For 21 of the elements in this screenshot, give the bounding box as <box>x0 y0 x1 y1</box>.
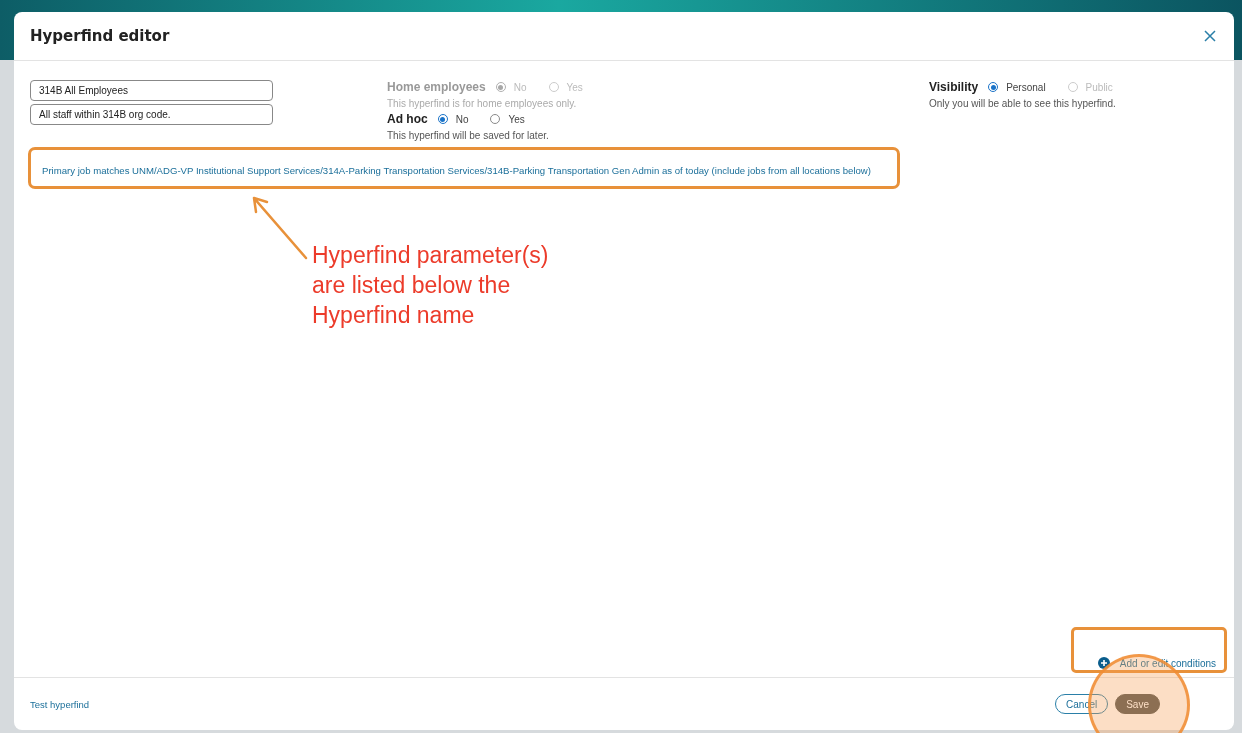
test-hyperfind-link[interactable]: Test hyperfind <box>30 698 90 710</box>
option-hint: Only you will be able to see this hyperfind. <box>929 98 1117 109</box>
radio-option[interactable]: No <box>437 113 469 125</box>
radio-button[interactable] <box>988 82 999 92</box>
parameter-link[interactable]: Primary job matches UNM/ADG-VP Institutional Support Services/314A-Parking Transportation Services/314B-Parking Transportation Gen Admin as of today (include jobs from all locations below) <box>42 165 871 176</box>
option-label: Ad hoc <box>387 112 428 126</box>
radio-option[interactable]: Personal <box>988 81 1046 93</box>
plus-circle-icon <box>1097 657 1110 669</box>
option-label: Visibility <box>929 80 979 94</box>
close-icon[interactable] <box>1204 30 1216 42</box>
option-label: Home employees <box>387 80 486 94</box>
option-hint: This hyperfind is for home employees only. <box>387 98 578 109</box>
save-button[interactable]: Save <box>1115 694 1160 714</box>
radio-option[interactable]: Yes <box>490 113 525 125</box>
annotation-text: Hyperfind parameter(s) are listed below the Hyperfind name <box>312 241 550 330</box>
option-hint: This hyperfind will be saved for later. <box>387 130 550 141</box>
radio-button[interactable] <box>490 114 501 124</box>
dialog-title: Hyperfind editor <box>30 27 170 45</box>
radio-button[interactable] <box>437 114 448 124</box>
name-field[interactable]: 314B All Employees <box>30 80 273 101</box>
description-field[interactable]: All staff within 314B org code. <box>30 104 273 125</box>
